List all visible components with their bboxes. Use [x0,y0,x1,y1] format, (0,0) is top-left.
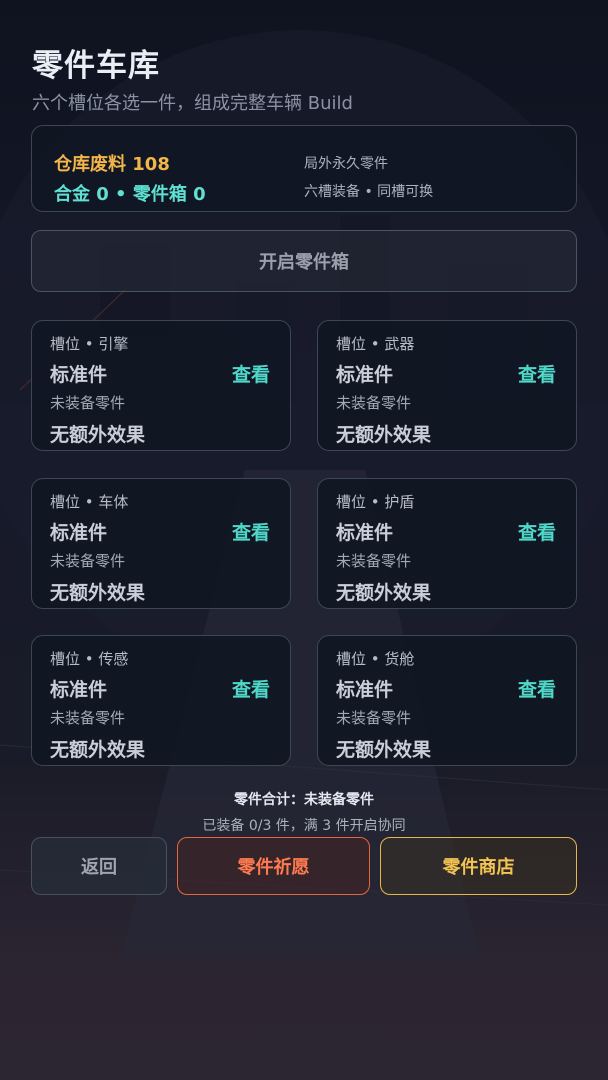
slot-status: 未装备零件 [336,552,412,570]
slots-note: 六槽装备 • 同槽可换 [304,184,434,200]
page-title: 零件车库 [32,48,160,84]
slot-status: 未装备零件 [336,394,412,412]
parts-wish-button[interactable]: 零件祈愿 [177,837,370,895]
resource-panel: 仓库废料 108 合金 0 • 零件箱 0 局外永久零件 六槽装备 • 同槽可换 [31,125,577,212]
slot-status: 未装备零件 [50,394,126,412]
parts-total-summary: 零件合计：未装备零件 [234,792,374,808]
view-button[interactable]: 查看 [232,360,270,387]
slot-effect: 无额外效果 [336,424,432,446]
slot-tier: 标准件 [50,522,108,544]
slot-card-engine: 槽位 • 引擎 标准件 查看 未装备零件 无额外效果 [31,320,291,451]
back-button[interactable]: 返回 [31,837,167,895]
slot-card-cargo: 槽位 • 货舱 标准件 查看 未装备零件 无额外效果 [317,635,577,766]
scrap-count: 仓库废料 108 [54,154,170,175]
slot-tier: 标准件 [50,679,108,701]
slot-effect: 无额外效果 [50,424,146,446]
slot-status: 未装备零件 [336,709,412,727]
slot-effect: 无额外效果 [336,582,432,604]
view-button[interactable]: 查看 [518,675,556,702]
slot-status: 未装备零件 [50,552,126,570]
view-button[interactable]: 查看 [518,518,556,545]
slot-card-body: 槽位 • 车体 标准件 查看 未装备零件 无额外效果 [31,478,291,609]
view-button[interactable]: 查看 [518,360,556,387]
synergy-progress-text: 已装备 0/3 件，满 3 件开启协同 [202,818,406,834]
slot-label: 槽位 • 传感 [50,650,129,668]
page-subtitle: 六个槽位各选一件，组成完整车辆 Build [32,93,353,114]
slot-label: 槽位 • 货舱 [336,650,415,668]
alloy-box-count: 合金 0 • 零件箱 0 [54,184,206,205]
slot-tier: 标准件 [336,522,394,544]
slot-card-shield: 槽位 • 护盾 标准件 查看 未装备零件 无额外效果 [317,478,577,609]
open-parts-box-button[interactable]: 开启零件箱 [31,230,577,292]
slot-effect: 无额外效果 [50,582,146,604]
slot-status: 未装备零件 [50,709,126,727]
slot-effect: 无额外效果 [50,739,146,761]
slot-label: 槽位 • 武器 [336,335,415,353]
slot-tier: 标准件 [336,364,394,386]
slot-label: 槽位 • 引擎 [50,335,129,353]
slot-tier: 标准件 [336,679,394,701]
slot-label: 槽位 • 车体 [50,493,129,511]
slot-label: 槽位 • 护盾 [336,493,415,511]
permanent-parts-note: 局外永久零件 [304,156,388,172]
slot-effect: 无额外效果 [336,739,432,761]
parts-shop-button[interactable]: 零件商店 [380,837,577,895]
slot-card-weapon: 槽位 • 武器 标准件 查看 未装备零件 无额外效果 [317,320,577,451]
view-button[interactable]: 查看 [232,518,270,545]
view-button[interactable]: 查看 [232,675,270,702]
slot-tier: 标准件 [50,364,108,386]
slot-card-sensor: 槽位 • 传感 标准件 查看 未装备零件 无额外效果 [31,635,291,766]
